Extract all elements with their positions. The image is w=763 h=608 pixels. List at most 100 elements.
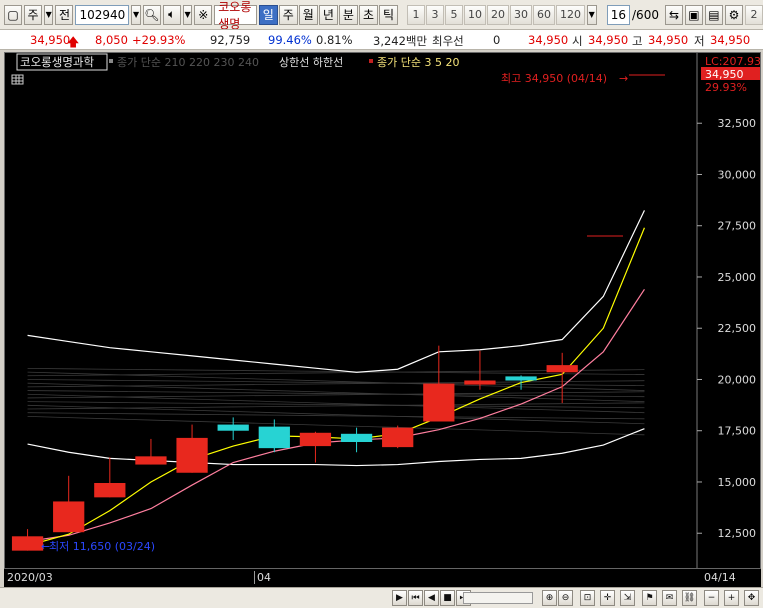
zoom-in-icon[interactable]: ⊕ [542, 590, 557, 606]
stock-name: 코오롱생명 [214, 0, 257, 29]
market-select[interactable]: 주 [24, 4, 42, 25]
change-percent: +29.93% [132, 33, 186, 47]
code-input[interactable]: 102940 [75, 4, 130, 25]
play-button[interactable]: ▶ [392, 590, 407, 606]
y-tick-label: 12,500 [718, 527, 757, 540]
code-dropdown-arrow[interactable]: ▼ [131, 4, 141, 25]
x-axis: 2020/03 04 04/14 [4, 568, 761, 587]
ask-price: 34,950 [528, 33, 569, 47]
turnover: 0.81% [316, 33, 353, 47]
first-button[interactable]: ⏮ [408, 590, 423, 606]
low-price: 34,950 [710, 33, 751, 47]
lower-limit-line [27, 428, 645, 467]
gear-icon[interactable]: ⚙ [724, 4, 743, 25]
trade-amount: 3,242백만 [373, 34, 428, 48]
interval-tab[interactable]: 10 [464, 4, 487, 25]
search-icon[interactable]: 🔍︎ [142, 4, 161, 25]
last-price-tag: 34,950 [705, 68, 744, 81]
move-icon[interactable]: ✥ [744, 590, 759, 606]
y-tick-label: 22,500 [718, 322, 757, 335]
interval-tab[interactable]: 30 [510, 4, 533, 25]
y-tick-label: 20,000 [718, 373, 757, 386]
price-change: 8,050 [95, 33, 128, 47]
interval-tab[interactable]: 120 [556, 4, 586, 25]
high-label: 고 [632, 34, 643, 48]
legend-stock-name: 코오롱생명과학 [20, 55, 94, 69]
candle-body [340, 433, 373, 442]
crosshair-icon[interactable]: ✛ [600, 590, 615, 606]
print-icon[interactable]: ▤ [704, 4, 723, 25]
speaker-dropdown-arrow[interactable]: ▼ [182, 4, 193, 25]
lc-label: LC:207.93 [705, 55, 760, 68]
x-label-start: 2020/03 [7, 571, 53, 584]
fit-icon[interactable]: ⊡ [580, 590, 595, 606]
long-ma-line [27, 404, 645, 425]
interval-tab[interactable]: 1 [407, 4, 426, 25]
long-ma-line [27, 379, 645, 387]
speaker-icon[interactable]: 🔈︎ [162, 4, 181, 25]
candle-body [53, 501, 85, 533]
add-icon[interactable]: + [724, 590, 739, 606]
legend-ma-short: 종가 단순 3 5 20 [377, 56, 459, 69]
y-tick-label: 17,500 [718, 425, 757, 438]
extra-label: 2 [744, 4, 763, 25]
long-ma-line [27, 415, 645, 436]
lock-icon[interactable]: ※ [194, 4, 213, 25]
y-tick-label: 27,500 [718, 220, 757, 233]
compare-icon[interactable]: ⇆ [664, 4, 683, 25]
high-price: 34,950 [648, 33, 689, 47]
pref-label: 최우선 [432, 34, 464, 48]
remove-icon[interactable]: − [704, 590, 719, 606]
zoom-out-icon[interactable]: ⊖ [558, 590, 573, 606]
market-dropdown-arrow[interactable]: ▼ [44, 4, 54, 25]
legend-limit: 상한선 하한선 [279, 55, 343, 69]
x-label-end: 04/14 [704, 571, 736, 584]
period-tab[interactable]: 초 [358, 4, 378, 25]
long-ma-line [27, 412, 645, 420]
open-label: 시 [572, 34, 583, 48]
prev-button[interactable]: 전 [55, 4, 74, 25]
period-tabs: 일주월년분초틱 [258, 4, 399, 25]
grid-icon[interactable] [11, 74, 24, 85]
period-tab[interactable]: 월 [298, 4, 318, 25]
price-chart[interactable]: 32,500 30,000 27,500 25,000 22,500 20,000 17,5… [4, 52, 761, 587]
stop-button[interactable]: ■ [440, 590, 455, 606]
candle-body [464, 380, 496, 385]
interval-tab[interactable]: 60 [533, 4, 556, 25]
candle-body [505, 376, 537, 381]
upper-limit-line [27, 210, 645, 373]
chart-toolbar: ▢ 주 ▼ 전 102940 ▼ 🔍︎ 🔈︎ ▼ ※ 코오롱생명 일주월년분초틱… [0, 0, 763, 30]
y-tick-label: 25,000 [718, 271, 757, 284]
prev-page-button[interactable]: ◀ [424, 590, 439, 606]
interval-dropdown-arrow[interactable]: ▼ [587, 4, 597, 25]
quote-bar: 34,950 🡅 8,050 +29.93% 92,759 99.46% 0.8… [0, 30, 763, 50]
expand-icon[interactable]: ⇲ [620, 590, 635, 606]
y-tick-label: 15,000 [718, 476, 757, 489]
period-tab[interactable]: 주 [278, 4, 298, 25]
interval-tab[interactable]: 5 [445, 4, 464, 25]
flag-icon[interactable]: ⚑ [642, 590, 657, 606]
interval-tab[interactable]: 3 [426, 4, 445, 25]
scroll-slider[interactable] [463, 592, 533, 604]
candle-body [423, 383, 455, 422]
count-input[interactable]: 16 [606, 4, 631, 25]
link-icon[interactable]: ⛓ [682, 590, 697, 606]
period-tab[interactable]: 분 [338, 4, 358, 25]
x-label-april: 04 [254, 571, 271, 584]
period-tab[interactable]: 틱 [378, 4, 399, 25]
period-tab[interactable]: 일 [258, 4, 278, 25]
pref-value: 0 [493, 33, 501, 47]
legend-ma-long: 종가 단순 210 220 230 240 [117, 56, 259, 69]
low-annotation: 최저 11,650 (03/24) [49, 540, 155, 553]
mail-icon[interactable]: ✉ [662, 590, 677, 606]
open-price: 34,950 [588, 33, 629, 47]
period-tab[interactable]: 년 [318, 4, 338, 25]
window-icon[interactable]: ▢ [4, 4, 22, 25]
interval-tab[interactable]: 20 [487, 4, 510, 25]
save-icon[interactable]: ▣ [684, 4, 703, 25]
candle-body [382, 427, 414, 448]
current-price: 34,950 [30, 33, 71, 47]
low-label: 저 [694, 34, 705, 48]
chart-navigation-bar: ▶ ⏮ ◀ ■ ⏭ ⊕ ⊖ ⊡ ✛ ⇲ ⚑ ✉ ⛓ − + ✥ [0, 587, 763, 608]
ma3-line [27, 227, 645, 547]
